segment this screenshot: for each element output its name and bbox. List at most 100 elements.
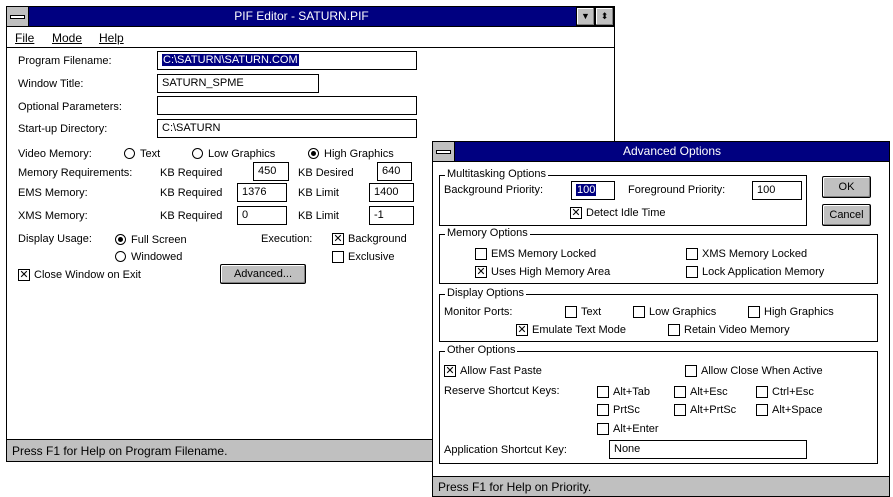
background-priority-input[interactable]: 100: [571, 181, 615, 200]
detect-idle-label[interactable]: Detect Idle Time: [586, 207, 665, 219]
startup-directory-input[interactable]: C:\SATURN: [157, 119, 417, 138]
lock-app-memory-checkbox[interactable]: [686, 266, 698, 278]
pif-window-title: PIF Editor - SATURN.PIF: [234, 9, 369, 23]
menu-bar: File Mode Help: [7, 27, 614, 48]
ports-text-label[interactable]: Text: [581, 306, 601, 318]
video-low-label[interactable]: Low Graphics: [208, 148, 275, 160]
video-text-label[interactable]: Text: [140, 148, 160, 160]
menu-file[interactable]: File: [15, 31, 34, 45]
ok-button[interactable]: OK: [822, 176, 871, 198]
detect-idle-checkbox[interactable]: ✕: [570, 207, 582, 219]
display-options-title: Display Options: [445, 287, 527, 299]
video-high-label[interactable]: High Graphics: [324, 148, 394, 160]
emulate-text-checkbox[interactable]: ✕: [516, 324, 528, 336]
ems-locked-checkbox[interactable]: [475, 248, 487, 260]
xms-kb-required-label: KB Required: [160, 210, 223, 222]
pif-title-bar[interactable]: PIF Editor - SATURN.PIF ▼ ⬍: [7, 7, 614, 27]
alt-enter-label[interactable]: Alt+Enter: [613, 423, 659, 435]
checkmark-x-icon: ✕: [517, 324, 527, 336]
fast-paste-checkbox[interactable]: ✕: [444, 365, 456, 377]
alt-esc-checkbox[interactable]: [674, 386, 686, 398]
allow-close-label[interactable]: Allow Close When Active: [701, 365, 823, 377]
ports-high-checkbox[interactable]: [748, 306, 760, 318]
alt-esc-label[interactable]: Alt+Esc: [690, 386, 728, 398]
memory-options-title: Memory Options: [445, 227, 530, 239]
ems-kb-required-label: KB Required: [160, 187, 223, 199]
display-options-group: Display Options Monitor Ports: Text Low …: [439, 287, 878, 342]
system-menu-icon: [436, 150, 451, 154]
fast-paste-label[interactable]: Allow Fast Paste: [460, 365, 542, 377]
menu-mode[interactable]: Mode: [52, 31, 82, 45]
close-on-exit-checkbox[interactable]: ✕: [18, 269, 30, 281]
ems-kb-required-input[interactable]: 1376: [237, 183, 287, 202]
advanced-system-menu-box[interactable]: [433, 142, 455, 161]
alt-tab-label[interactable]: Alt+Tab: [613, 386, 650, 398]
cancel-button[interactable]: Cancel: [822, 204, 871, 226]
ems-kb-limit-input[interactable]: 1400: [369, 183, 414, 202]
allow-close-checkbox[interactable]: [685, 365, 697, 377]
xms-locked-label[interactable]: XMS Memory Locked: [702, 248, 807, 260]
advanced-title-bar[interactable]: Advanced Options: [433, 142, 889, 162]
uses-hma-label[interactable]: Uses High Memory Area: [491, 266, 610, 278]
xms-kb-limit-input[interactable]: -1: [369, 206, 414, 225]
checkmark-x-icon: ✕: [333, 233, 343, 245]
reserve-keys-label: Reserve Shortcut Keys:: [444, 385, 560, 397]
app-shortcut-label: Application Shortcut Key:: [444, 444, 567, 456]
video-memory-label: Video Memory:: [18, 148, 92, 160]
alt-prtsc-checkbox[interactable]: [674, 404, 686, 416]
alt-space-checkbox[interactable]: [756, 404, 768, 416]
startup-directory-label: Start-up Directory:: [18, 123, 108, 135]
ports-low-label[interactable]: Low Graphics: [649, 306, 716, 318]
system-menu-box[interactable]: [7, 7, 29, 26]
foreground-priority-input[interactable]: 100: [752, 181, 802, 200]
prtsc-label[interactable]: PrtSc: [613, 404, 640, 416]
mem-kb-required-input[interactable]: 450: [253, 162, 289, 181]
execution-background-label[interactable]: Background: [348, 233, 407, 245]
xms-locked-checkbox[interactable]: [686, 248, 698, 260]
emulate-text-label[interactable]: Emulate Text Mode: [532, 324, 626, 336]
ports-high-label[interactable]: High Graphics: [764, 306, 834, 318]
app-shortcut-input[interactable]: None: [609, 440, 807, 459]
ctrl-esc-checkbox[interactable]: [756, 386, 768, 398]
alt-tab-checkbox[interactable]: [597, 386, 609, 398]
uses-hma-checkbox[interactable]: ✕: [475, 266, 487, 278]
lock-app-memory-label[interactable]: Lock Application Memory: [702, 266, 824, 278]
alt-space-label[interactable]: Alt+Space: [772, 404, 822, 416]
ems-locked-label[interactable]: EMS Memory Locked: [491, 248, 596, 260]
execution-background-checkbox[interactable]: ✕: [332, 233, 344, 245]
memory-requirements-label: Memory Requirements:: [18, 167, 133, 179]
optional-parameters-label: Optional Parameters:: [18, 101, 122, 113]
advanced-button[interactable]: Advanced...: [220, 264, 306, 284]
retain-video-label[interactable]: Retain Video Memory: [684, 324, 790, 336]
mem-kb-desired-label: KB Desired: [298, 167, 354, 179]
alt-prtsc-label[interactable]: Alt+PrtSc: [690, 404, 736, 416]
video-high-radio[interactable]: [308, 148, 319, 159]
display-windowed-label[interactable]: Windowed: [131, 251, 182, 263]
other-options-group: Other Options ✕ Allow Fast Paste Allow C…: [439, 344, 878, 464]
alt-enter-checkbox[interactable]: [597, 423, 609, 435]
foreground-priority-label: Foreground Priority:: [628, 184, 726, 196]
menu-help[interactable]: Help: [99, 31, 124, 45]
window-title-input[interactable]: SATURN_SPME: [157, 74, 319, 93]
ctrl-esc-label[interactable]: Ctrl+Esc: [772, 386, 814, 398]
display-full-radio[interactable]: [115, 234, 126, 245]
execution-exclusive-label[interactable]: Exclusive: [348, 251, 394, 263]
execution-exclusive-checkbox[interactable]: [332, 251, 344, 263]
prtsc-checkbox[interactable]: [597, 404, 609, 416]
background-priority-value: 100: [576, 184, 597, 196]
multitasking-options-title: Multitasking Options: [445, 168, 549, 180]
xms-kb-required-input[interactable]: 0: [237, 206, 287, 225]
display-windowed-radio[interactable]: [115, 251, 126, 262]
restore-button[interactable]: ⬍: [595, 7, 614, 26]
ports-text-checkbox[interactable]: [565, 306, 577, 318]
video-low-radio[interactable]: [192, 148, 203, 159]
program-filename-input[interactable]: C:\SATURN\SATURN.COM: [157, 51, 417, 70]
minimize-button[interactable]: ▼: [576, 7, 595, 26]
close-on-exit-label[interactable]: Close Window on Exit: [34, 269, 141, 281]
optional-parameters-input[interactable]: [157, 96, 417, 115]
mem-kb-desired-input[interactable]: 640: [377, 162, 412, 181]
ports-low-checkbox[interactable]: [633, 306, 645, 318]
retain-video-checkbox[interactable]: [668, 324, 680, 336]
display-full-label[interactable]: Full Screen: [131, 234, 187, 246]
video-text-radio[interactable]: [124, 148, 135, 159]
